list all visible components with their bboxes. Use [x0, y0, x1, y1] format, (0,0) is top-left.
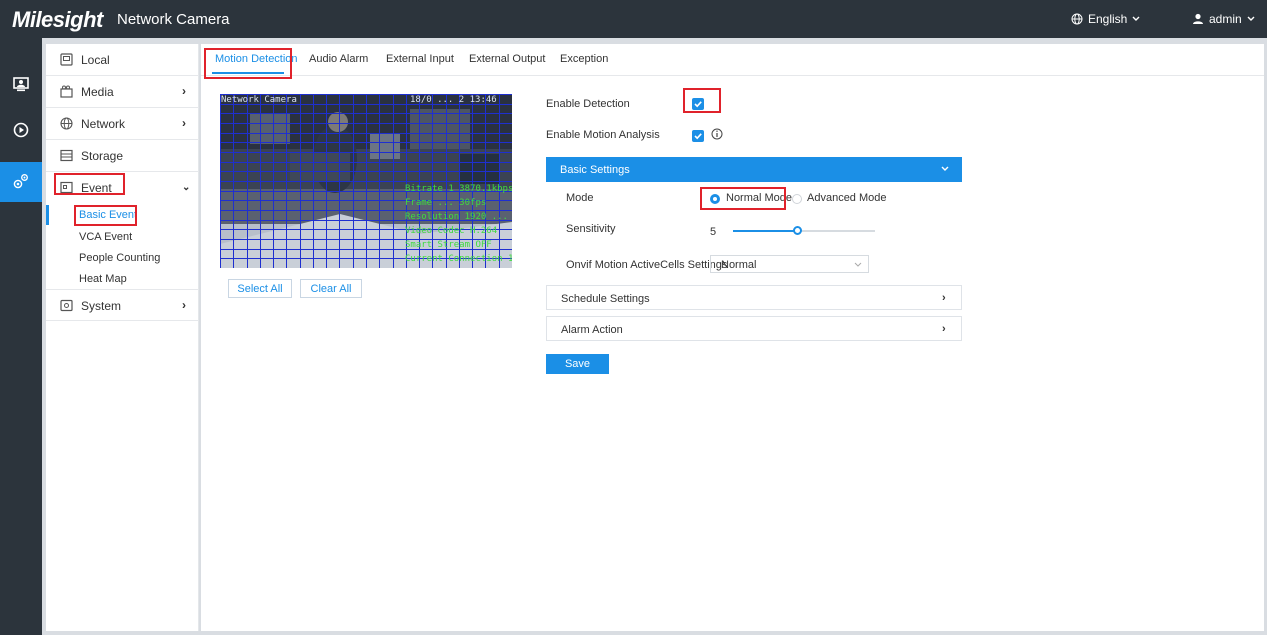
sidebar-item-label: Storage [81, 149, 124, 163]
active-indicator [46, 205, 49, 225]
local-icon [60, 53, 73, 66]
sidebar-item-local[interactable]: Local [46, 44, 199, 76]
main-panel: Motion Detection Audio Alarm External In… [201, 44, 1264, 631]
tab-audio-alarm[interactable]: Audio Alarm [309, 53, 368, 65]
osd-line: Resolution 1920 ... [405, 212, 508, 222]
product-name: Network Camera [117, 11, 230, 28]
playback-icon [13, 122, 29, 141]
user-label: admin [1209, 12, 1242, 26]
sensitivity-slider-fill [733, 230, 797, 232]
onvif-select[interactable]: Normal [710, 255, 869, 273]
alarm-action-header[interactable]: Alarm Action › [546, 316, 962, 341]
osd-line: Video Codec H.264 [405, 226, 498, 236]
tab-bar: Motion Detection Audio Alarm External In… [201, 44, 1264, 76]
onvif-label: Onvif Motion ActiveCells Settings [566, 259, 728, 271]
osd-title: Network Camera [221, 95, 297, 105]
osd-timestamp: 18/0 ... 2 13:46 [410, 95, 497, 105]
highlight-box [683, 88, 721, 113]
sidebar-item-storage[interactable]: Storage [46, 140, 199, 172]
chevron-right-icon: › [942, 292, 946, 304]
schedule-settings-header[interactable]: Schedule Settings › [546, 285, 962, 310]
user-icon [1192, 13, 1204, 25]
sidebar-item-system[interactable]: System › [46, 289, 199, 321]
tab-external-output[interactable]: External Output [469, 53, 545, 65]
sidebar-item-label: System [81, 299, 122, 313]
user-menu[interactable]: admin [1192, 12, 1255, 26]
basic-settings-title: Basic Settings [560, 164, 630, 176]
network-icon [60, 117, 73, 130]
language-label: English [1088, 12, 1128, 26]
chevron-down-icon: ⌄ [182, 182, 191, 193]
clear-all-button[interactable]: Clear All [300, 279, 362, 298]
rail-settings[interactable] [0, 162, 42, 202]
sidebar-item-label: Network [81, 117, 126, 131]
sensitivity-slider-track[interactable] [733, 230, 875, 232]
top-bar: Milesight Network Camera English admin [0, 0, 1267, 38]
side-menu: Local Media › Network › Storage Event ⌄ … [46, 44, 199, 631]
check-icon [694, 133, 702, 140]
highlight-box [204, 48, 292, 79]
chevron-down-icon [941, 163, 949, 175]
mode-label: Mode [566, 192, 594, 204]
tab-exception[interactable]: Exception [560, 53, 608, 65]
sensitivity-value: 5 [710, 226, 717, 238]
sidebar-subitem-heat-map[interactable]: Heat Map [79, 273, 127, 285]
sidebar-item-media[interactable]: Media › [46, 76, 199, 108]
live-view-icon [13, 77, 29, 95]
chevron-down-icon [1247, 16, 1255, 22]
sidebar-item-label: Local [81, 53, 110, 67]
advanced-mode-radio[interactable] [792, 194, 802, 204]
info-icon[interactable] [711, 128, 723, 143]
sidebar-subitem-people-counting[interactable]: People Counting [79, 252, 160, 264]
settings-icon [12, 172, 30, 193]
enable-detection-label: Enable Detection [546, 98, 630, 110]
language-selector[interactable]: English [1071, 12, 1140, 26]
rail-live-view[interactable] [0, 66, 42, 106]
camera-preview[interactable]: Network Camera 18/0 ... 2 13:46 Bitrate … [220, 94, 512, 268]
highlight-box [54, 173, 125, 195]
osd-line: Current Connection 1 [405, 254, 512, 264]
sidebar-item-label: Media [81, 85, 114, 99]
storage-icon [60, 149, 73, 162]
media-icon [60, 85, 73, 98]
globe-icon [1071, 13, 1083, 25]
chevron-right-icon: › [182, 298, 186, 312]
enable-motion-analysis-checkbox[interactable] [692, 130, 704, 142]
chevron-right-icon: › [182, 84, 186, 98]
onvif-select-value: Normal [721, 259, 757, 271]
sidebar-item-network[interactable]: Network › [46, 108, 199, 140]
highlight-box [74, 205, 137, 226]
tab-external-input[interactable]: External Input [386, 53, 454, 65]
sidebar-subitem-vca-event[interactable]: VCA Event [79, 231, 132, 243]
alarm-action-title: Alarm Action [561, 324, 623, 336]
enable-motion-analysis-label: Enable Motion Analysis [546, 129, 660, 141]
icon-rail [0, 38, 42, 635]
osd-line: Bitrate 1 3870.1kbps [405, 184, 512, 194]
basic-settings-header[interactable]: Basic Settings [546, 157, 962, 182]
sensitivity-slider-handle[interactable] [793, 226, 802, 235]
system-icon [60, 299, 73, 312]
save-button[interactable]: Save [546, 354, 609, 374]
chevron-right-icon: › [942, 323, 946, 335]
chevron-right-icon: › [182, 116, 186, 130]
chevron-down-icon [1132, 16, 1140, 22]
rail-playback[interactable] [0, 111, 42, 151]
brand-logo: Milesight [12, 7, 103, 32]
osd-line: Smart Stream OFF [405, 240, 492, 250]
chevron-down-icon [854, 258, 862, 270]
advanced-mode-label[interactable]: Advanced Mode [807, 192, 887, 204]
osd-line: Frame ... 30fps [405, 198, 487, 208]
schedule-settings-title: Schedule Settings [561, 293, 650, 305]
sensitivity-label: Sensitivity [566, 223, 616, 235]
highlight-box [700, 187, 786, 210]
select-all-button[interactable]: Select All [228, 279, 292, 298]
